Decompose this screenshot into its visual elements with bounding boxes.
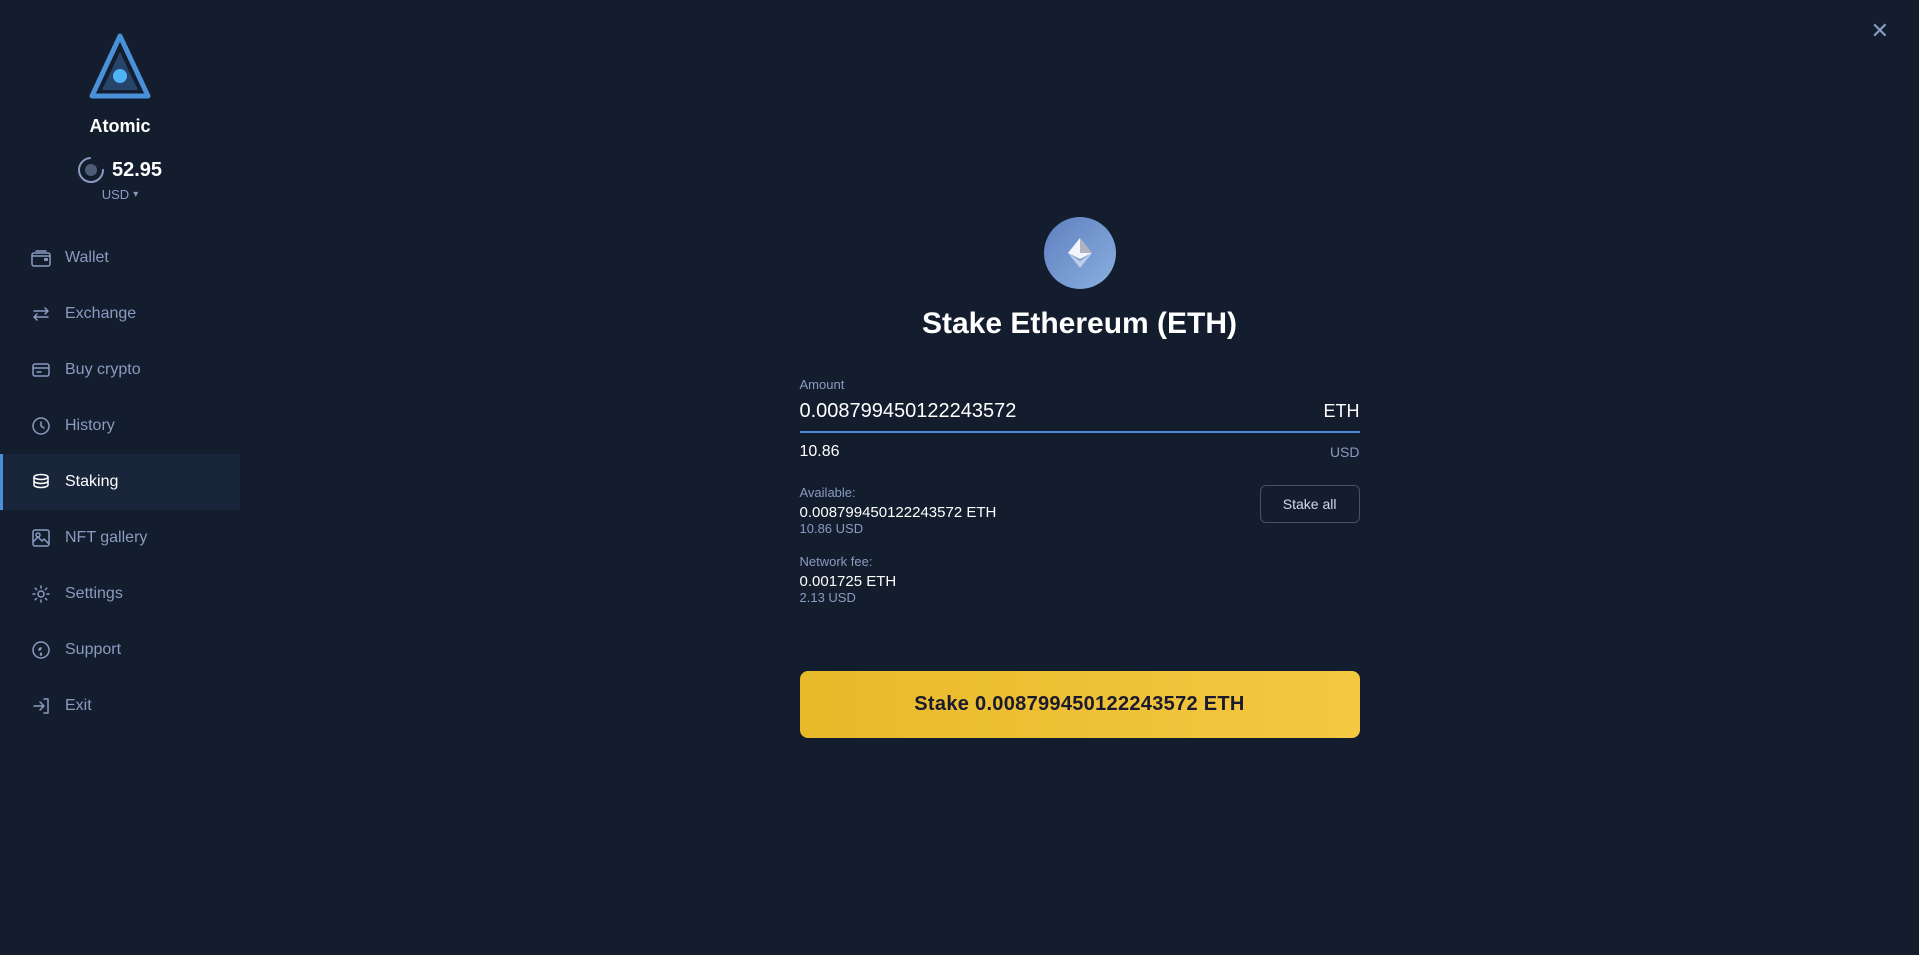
stake-panel: Stake Ethereum (ETH) Amount ETH 10.86 US…	[800, 217, 1360, 738]
sidebar-label-support: Support	[65, 641, 121, 659]
sidebar-label-exit: Exit	[65, 697, 92, 715]
exit-icon	[31, 696, 51, 716]
amount-usd-label: USD	[1330, 444, 1360, 460]
app-name: Atomic	[89, 116, 150, 137]
info-left: Available: 0.008799450122243572 ETH 10.8…	[800, 485, 997, 605]
sidebar-item-support[interactable]: Support	[0, 622, 240, 678]
fee-eth: 0.001725 ETH	[800, 573, 997, 590]
sidebar-item-wallet[interactable]: Wallet	[0, 230, 240, 286]
nav-menu: Wallet Exchange Buy crypto History	[0, 230, 240, 734]
sidebar: Atomic 52.95 USD ▾ Wallet	[0, 0, 240, 955]
sidebar-item-buy-crypto[interactable]: Buy crypto	[0, 342, 240, 398]
amount-usd-value: 10.86	[800, 443, 840, 461]
balance-area: 52.95 USD ▾	[78, 157, 162, 202]
sidebar-label-exchange: Exchange	[65, 305, 136, 323]
sidebar-label-history: History	[65, 417, 115, 435]
currency-selector[interactable]: USD ▾	[102, 187, 138, 202]
stake-all-button[interactable]: Stake all	[1260, 485, 1360, 523]
sidebar-label-buy-crypto: Buy crypto	[65, 361, 141, 379]
app-logo	[80, 30, 160, 110]
sidebar-label-staking: Staking	[65, 473, 118, 491]
settings-icon	[31, 584, 51, 604]
submit-stake-button[interactable]: Stake 0.008799450122243572 ETH	[800, 671, 1360, 738]
wallet-icon	[31, 248, 51, 268]
sidebar-item-history[interactable]: History	[0, 398, 240, 454]
staking-icon	[31, 472, 51, 492]
eth-icon-wrap	[1044, 217, 1116, 289]
balance-value: 52.95	[112, 159, 162, 182]
fee-usd: 2.13 USD	[800, 590, 997, 605]
sidebar-label-wallet: Wallet	[65, 249, 109, 267]
sidebar-item-exit[interactable]: Exit	[0, 678, 240, 734]
amount-currency: ETH	[1324, 401, 1360, 422]
available-eth: 0.008799450122243572 ETH	[800, 504, 997, 521]
sidebar-item-settings[interactable]: Settings	[0, 566, 240, 622]
balance-icon	[78, 157, 104, 183]
stake-title: Stake Ethereum (ETH)	[922, 307, 1237, 341]
eth-logo-icon	[1062, 235, 1098, 271]
fee-block: Network fee: 0.001725 ETH 2.13 USD	[800, 554, 997, 605]
sidebar-label-nft: NFT gallery	[65, 529, 147, 547]
chevron-down-icon: ▾	[133, 189, 138, 200]
amount-label: Amount	[800, 377, 1360, 392]
balance-display: 52.95	[78, 157, 162, 183]
sidebar-item-nft-gallery[interactable]: NFT gallery	[0, 510, 240, 566]
available-block: Available: 0.008799450122243572 ETH 10.8…	[800, 485, 997, 536]
nft-icon	[31, 528, 51, 548]
fee-label: Network fee:	[800, 554, 997, 569]
currency-label: USD	[102, 187, 129, 202]
amount-section: Amount ETH 10.86 USD	[800, 377, 1360, 461]
amount-input-row: ETH	[800, 400, 1360, 433]
main-content: ✕ Stake Ethereum (ETH) Amount ETH 10.86 …	[240, 0, 1919, 955]
close-button[interactable]: ✕	[1871, 20, 1889, 42]
sidebar-item-exchange[interactable]: Exchange	[0, 286, 240, 342]
support-icon	[31, 640, 51, 660]
buy-crypto-icon	[31, 360, 51, 380]
sidebar-label-settings: Settings	[65, 585, 123, 603]
exchange-icon	[31, 304, 51, 324]
info-section: Available: 0.008799450122243572 ETH 10.8…	[800, 485, 1360, 605]
available-usd: 10.86 USD	[800, 521, 997, 536]
available-label: Available:	[800, 485, 997, 500]
amount-usd-row: 10.86 USD	[800, 443, 1360, 461]
amount-input[interactable]	[800, 400, 1324, 423]
sidebar-item-staking[interactable]: Staking	[0, 454, 240, 510]
history-icon	[31, 416, 51, 436]
logo-area: Atomic	[80, 30, 160, 137]
